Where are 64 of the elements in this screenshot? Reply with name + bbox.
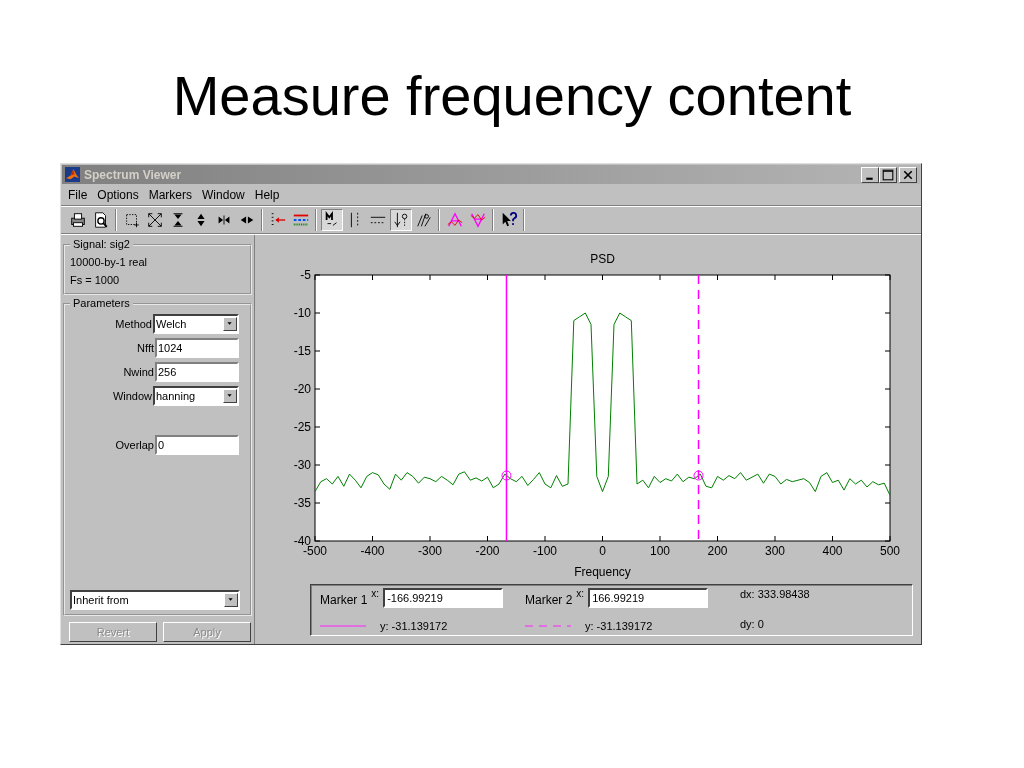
x-label: x: [576, 588, 585, 599]
tick-label: -200 [475, 544, 500, 558]
group-title: Parameters [70, 297, 133, 310]
field-label: Nwind [123, 366, 154, 378]
tick-label: -30 [293, 458, 311, 472]
tick-label: -100 [533, 544, 557, 558]
signal-info: 10000-by-1 real [70, 255, 149, 270]
tick-label: 400 [822, 544, 843, 558]
marker-y-readout: y: -31.139172 [380, 620, 448, 633]
tick-label: 300 [765, 544, 785, 558]
tick-label: -35 [293, 496, 311, 510]
point-marker-icon [392, 211, 410, 229]
dropdown[interactable]: Welch [153, 314, 239, 334]
tick-label: -20 [293, 382, 311, 396]
tick-label: 200 [707, 544, 728, 558]
tick-label: -300 [418, 544, 442, 558]
x-label: x: [371, 588, 380, 599]
menu-item[interactable]: File [63, 188, 93, 202]
signal-info: Fs = 1000 [70, 273, 121, 288]
printer-icon [69, 211, 87, 229]
field-label: Nfft [137, 342, 154, 354]
delta-readout: dy: 0 [739, 617, 765, 632]
toolbar-button[interactable] [321, 209, 343, 231]
dropdown[interactable]: Inherit from [70, 590, 240, 610]
tick-label: -25 [293, 420, 311, 434]
marker-y-readout: y: -31.139172 [585, 620, 653, 633]
marker-point [693, 470, 704, 481]
toolbar-button[interactable] [390, 209, 412, 231]
tick-label: -5 [300, 268, 311, 282]
marker-x-field[interactable]: 166.99219 [588, 588, 709, 608]
tick-label: -400 [360, 544, 385, 558]
tick-label: 500 [880, 544, 900, 558]
menu-item[interactable]: Help [249, 188, 285, 202]
delta-readout: dx: 333.98438 [739, 588, 811, 602]
tick-label: -15 [293, 344, 311, 358]
group-title: Signal: sig2 [70, 238, 133, 251]
menu-item[interactable]: Markers [143, 188, 198, 202]
dropdown[interactable]: hanning [153, 386, 239, 406]
marker-x-field[interactable]: -166.99219 [383, 588, 504, 608]
app-logo-icon [65, 167, 80, 182]
menu-item[interactable]: Options [92, 188, 144, 202]
input-field[interactable]: 256 [155, 362, 239, 382]
field-label: Overlap [115, 439, 154, 451]
axis-label: Frequency [574, 565, 631, 579]
marker-label: Marker 1 [320, 592, 368, 607]
tick-label: -10 [293, 306, 311, 320]
help-pointer-icon [500, 211, 518, 229]
dashed-box-icon [123, 211, 141, 229]
expand-arrows-icon [146, 211, 164, 229]
valley-icon [469, 211, 487, 229]
window-title: Spectrum Viewer [84, 167, 183, 182]
menu-item[interactable]: Window [197, 188, 250, 202]
chart-title: PSD [590, 252, 615, 266]
field-label: Method [115, 318, 152, 330]
tick-label: 100 [650, 544, 670, 558]
marker-label: Marker 2 [525, 592, 573, 607]
field-label: Window [112, 390, 152, 402]
marker-point [501, 470, 512, 481]
peak-icon [446, 211, 464, 229]
input-field[interactable]: 1024 [155, 338, 239, 358]
scatter-marker-icon [415, 211, 433, 229]
tick-label: 0 [599, 544, 606, 558]
print-preview-icon [92, 211, 110, 229]
input-field[interactable]: 0 [155, 435, 239, 455]
